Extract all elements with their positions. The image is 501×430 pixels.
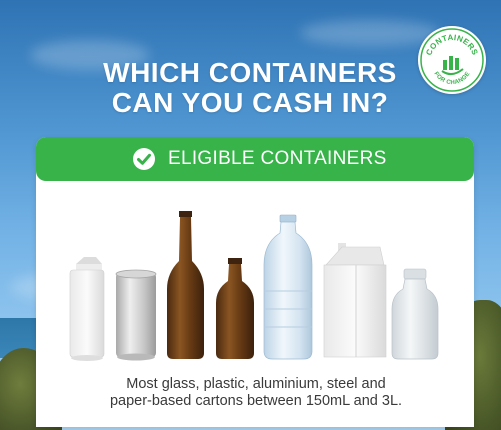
caption-line-2: paper-based cartons between 150mL and 3L…	[109, 393, 403, 409]
gable-top-carton	[323, 243, 387, 358]
eligibility-caption: Most glass, plastic, aluminium, steel an…	[66, 376, 446, 410]
containers-for-change-logo: CONTAINERS FOR CHANGE	[418, 26, 486, 94]
bar-chart-leaf-logo: CONTAINERS FOR CHANGE	[420, 28, 484, 92]
page-title: WHICH CONTAINERS CAN YOU CASH IN?	[60, 58, 440, 118]
banner-label: ELIGIBLE CONTAINERS	[168, 148, 387, 169]
eligible-banner: ELIGIBLE CONTAINERS	[36, 137, 474, 181]
caption-line-1: Most glass, plastic, aluminium, steel an…	[126, 376, 386, 392]
title-line-1: WHICH CONTAINERS	[103, 57, 397, 88]
small-carton	[69, 257, 105, 361]
short-brown-glass-bottle	[216, 258, 254, 359]
title-line-2: CAN YOU CASH IN?	[111, 87, 389, 118]
check-circle-icon	[133, 148, 155, 170]
tall-brown-glass-bottle	[167, 211, 204, 359]
containers-illustration	[69, 211, 439, 361]
poster: WHICH CONTAINERS CAN YOU CASH IN? CONTAI…	[0, 0, 501, 430]
small-glass-jar-bottle	[391, 268, 439, 360]
aluminium-can	[115, 269, 157, 361]
plastic-water-bottle	[263, 214, 313, 360]
